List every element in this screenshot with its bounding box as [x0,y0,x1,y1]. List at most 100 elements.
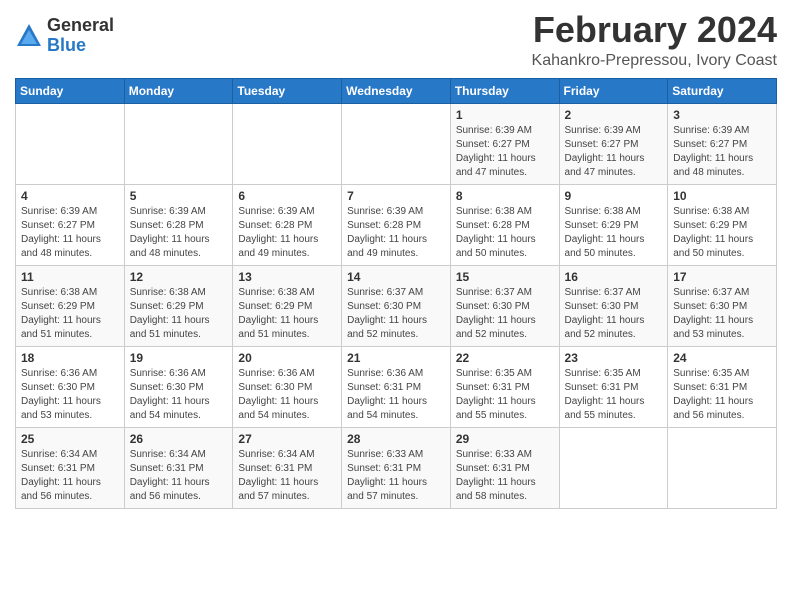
calendar-cell: 11 Sunrise: 6:38 AM Sunset: 6:29 PM Dayli… [16,265,125,346]
day-info: Sunrise: 6:34 AM Sunset: 6:31 PM Dayligh… [21,448,119,504]
col-header-wednesday: Wednesday [342,78,451,103]
day-number: 4 [21,189,119,203]
day-info: Sunrise: 6:36 AM Sunset: 6:31 PM Dayligh… [347,367,445,423]
day-info: Sunrise: 6:37 AM Sunset: 6:30 PM Dayligh… [456,286,554,342]
calendar-cell [668,427,777,508]
calendar-cell: 15 Sunrise: 6:37 AM Sunset: 6:30 PM Dayli… [450,265,559,346]
calendar-cell: 21Sunrise: 6:36 AM Sunset: 6:31 PM Dayli… [342,346,451,427]
day-number: 20 [238,351,336,365]
calendar-cell: 13 Sunrise: 6:38 AM Sunset: 6:29 PM Dayli… [233,265,342,346]
day-info: Sunrise: 6:38 AM Sunset: 6:29 PM Dayligh… [130,286,228,342]
day-number: 27 [238,432,336,446]
day-number: 7 [347,189,445,203]
day-number: 16 [565,270,663,284]
day-info: Sunrise: 6:34 AM Sunset: 6:31 PM Dayligh… [130,448,228,504]
title-area: February 2024 Kahankro-Prepressou, Ivory… [532,10,777,70]
calendar-cell: 25 Sunrise: 6:34 AM Sunset: 6:31 PM Dayli… [16,427,125,508]
day-info: Sunrise: 6:38 AM Sunset: 6:29 PM Dayligh… [673,205,771,261]
day-number: 19 [130,351,228,365]
day-info: Sunrise: 6:35 AM Sunset: 6:31 PM Dayligh… [673,367,771,423]
day-info: Sunrise: 6:38 AM Sunset: 6:29 PM Dayligh… [565,205,663,261]
calendar-cell: 17 Sunrise: 6:37 AM Sunset: 6:30 PM Dayli… [668,265,777,346]
calendar-cell: 26 Sunrise: 6:34 AM Sunset: 6:31 PM Dayli… [124,427,233,508]
col-header-friday: Friday [559,78,668,103]
day-info: Sunrise: 6:38 AM Sunset: 6:29 PM Dayligh… [238,286,336,342]
day-number: 17 [673,270,771,284]
calendar-table: SundayMondayTuesdayWednesdayThursdayFrid… [15,78,777,509]
day-info: Sunrise: 6:33 AM Sunset: 6:31 PM Dayligh… [456,448,554,504]
calendar-cell [16,103,125,184]
month-title: February 2024 [532,10,777,50]
day-number: 26 [130,432,228,446]
day-number: 10 [673,189,771,203]
day-number: 24 [673,351,771,365]
logo: General Blue [15,16,114,56]
logo-icon [15,22,43,50]
col-header-saturday: Saturday [668,78,777,103]
calendar-cell: 1 Sunrise: 6:39 AM Sunset: 6:27 PM Daylig… [450,103,559,184]
calendar-cell: 29 Sunrise: 6:33 AM Sunset: 6:31 PM Dayli… [450,427,559,508]
day-info: Sunrise: 6:37 AM Sunset: 6:30 PM Dayligh… [565,286,663,342]
day-info: Sunrise: 6:39 AM Sunset: 6:27 PM Dayligh… [456,124,554,180]
calendar-cell [559,427,668,508]
calendar-cell: 16 Sunrise: 6:37 AM Sunset: 6:30 PM Dayli… [559,265,668,346]
location-title: Kahankro-Prepressou, Ivory Coast [532,52,777,70]
calendar-cell: 18 Sunrise: 6:36 AM Sunset: 6:30 PM Dayli… [16,346,125,427]
day-number: 3 [673,108,771,122]
day-info: Sunrise: 6:36 AM Sunset: 6:30 PM Dayligh… [130,367,228,423]
logo-general-text: General [47,16,114,36]
day-info: Sunrise: 6:36 AM Sunset: 6:30 PM Dayligh… [238,367,336,423]
day-number: 12 [130,270,228,284]
day-number: 25 [21,432,119,446]
calendar-cell: 3 Sunrise: 6:39 AM Sunset: 6:27 PM Daylig… [668,103,777,184]
col-header-tuesday: Tuesday [233,78,342,103]
calendar-cell: 8Sunrise: 6:38 AM Sunset: 6:28 PM Daylig… [450,184,559,265]
calendar-cell [342,103,451,184]
day-number: 22 [456,351,554,365]
calendar-cell: 4Sunrise: 6:39 AM Sunset: 6:27 PM Daylig… [16,184,125,265]
day-number: 29 [456,432,554,446]
calendar-cell: 20 Sunrise: 6:36 AM Sunset: 6:30 PM Dayli… [233,346,342,427]
day-info: Sunrise: 6:37 AM Sunset: 6:30 PM Dayligh… [347,286,445,342]
calendar-cell: 10 Sunrise: 6:38 AM Sunset: 6:29 PM Dayli… [668,184,777,265]
day-info: Sunrise: 6:38 AM Sunset: 6:28 PM Dayligh… [456,205,554,261]
col-header-thursday: Thursday [450,78,559,103]
calendar-cell: 28 Sunrise: 6:33 AM Sunset: 6:31 PM Dayli… [342,427,451,508]
calendar-cell [124,103,233,184]
day-number: 14 [347,270,445,284]
calendar-cell: 23 Sunrise: 6:35 AM Sunset: 6:31 PM Dayli… [559,346,668,427]
day-number: 2 [565,108,663,122]
logo-blue-text: Blue [47,36,114,56]
col-header-monday: Monday [124,78,233,103]
col-header-sunday: Sunday [16,78,125,103]
calendar-cell: 12 Sunrise: 6:38 AM Sunset: 6:29 PM Dayli… [124,265,233,346]
day-info: Sunrise: 6:33 AM Sunset: 6:31 PM Dayligh… [347,448,445,504]
day-info: Sunrise: 6:39 AM Sunset: 6:27 PM Dayligh… [673,124,771,180]
day-info: Sunrise: 6:34 AM Sunset: 6:31 PM Dayligh… [238,448,336,504]
day-number: 13 [238,270,336,284]
calendar-cell: 14 Sunrise: 6:37 AM Sunset: 6:30 PM Dayli… [342,265,451,346]
day-number: 1 [456,108,554,122]
calendar-cell: 9 Sunrise: 6:38 AM Sunset: 6:29 PM Daylig… [559,184,668,265]
calendar-cell: 24 Sunrise: 6:35 AM Sunset: 6:31 PM Dayli… [668,346,777,427]
calendar-cell: 19 Sunrise: 6:36 AM Sunset: 6:30 PM Dayli… [124,346,233,427]
day-number: 6 [238,189,336,203]
day-info: Sunrise: 6:39 AM Sunset: 6:28 PM Dayligh… [347,205,445,261]
day-info: Sunrise: 6:39 AM Sunset: 6:28 PM Dayligh… [130,205,228,261]
day-number: 15 [456,270,554,284]
calendar-cell [233,103,342,184]
day-info: Sunrise: 6:38 AM Sunset: 6:29 PM Dayligh… [21,286,119,342]
day-number: 9 [565,189,663,203]
day-info: Sunrise: 6:35 AM Sunset: 6:31 PM Dayligh… [565,367,663,423]
day-info: Sunrise: 6:39 AM Sunset: 6:27 PM Dayligh… [565,124,663,180]
day-number: 11 [21,270,119,284]
calendar-cell: 22Sunrise: 6:35 AM Sunset: 6:31 PM Dayli… [450,346,559,427]
day-info: Sunrise: 6:37 AM Sunset: 6:30 PM Dayligh… [673,286,771,342]
day-number: 18 [21,351,119,365]
day-number: 28 [347,432,445,446]
day-number: 5 [130,189,228,203]
header: General Blue February 2024 Kahankro-Prep… [15,10,777,70]
day-info: Sunrise: 6:36 AM Sunset: 6:30 PM Dayligh… [21,367,119,423]
day-number: 23 [565,351,663,365]
calendar-cell: 5 Sunrise: 6:39 AM Sunset: 6:28 PM Daylig… [124,184,233,265]
